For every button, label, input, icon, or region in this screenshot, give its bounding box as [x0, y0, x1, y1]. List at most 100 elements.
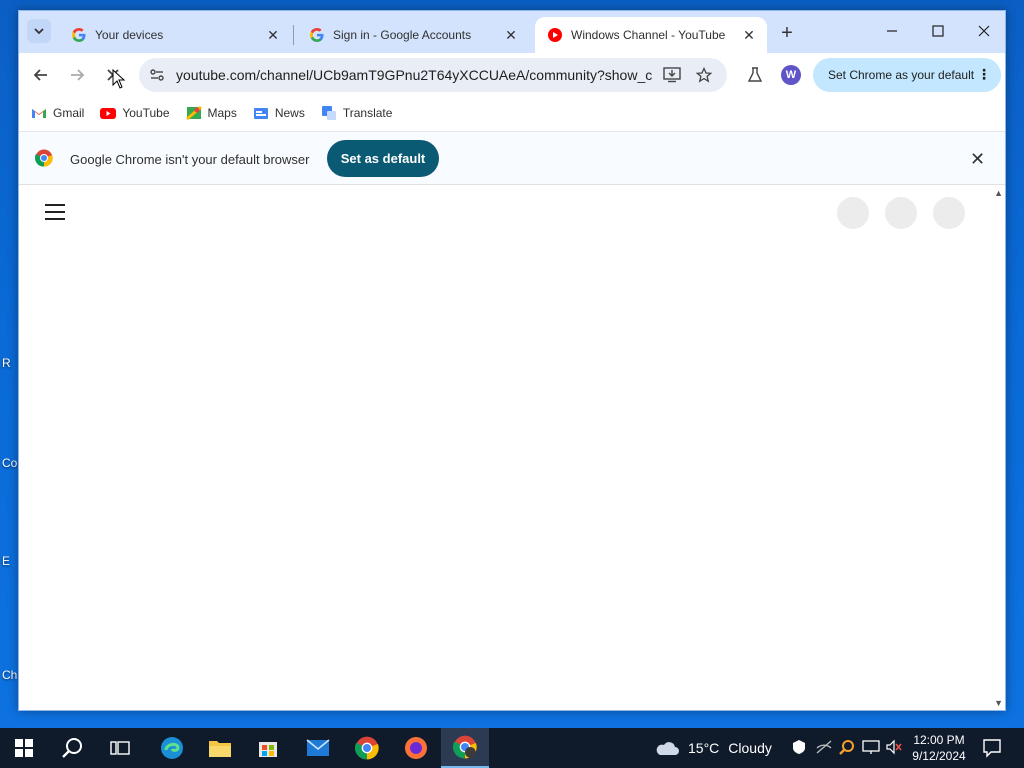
- minimize-icon: [887, 30, 897, 32]
- close-infobar-icon[interactable]: ✕: [970, 149, 985, 170]
- translate-icon: [321, 106, 336, 120]
- arrow-right-icon: [71, 69, 85, 81]
- tab-title: Your devices: [95, 28, 164, 42]
- firefox-taskbar-button[interactable]: [392, 728, 440, 768]
- tab-youtube-active[interactable]: Windows Channel - YouTube ✕: [535, 17, 767, 53]
- bookmarks-bar: Gmail YouTube Maps News Translate: [19, 95, 1005, 131]
- tab-search-button[interactable]: [27, 19, 51, 43]
- set-chrome-default-chip[interactable]: Set Chrome as your default ⋮: [813, 58, 1001, 92]
- mail-icon: [306, 739, 330, 756]
- notifications-icon[interactable]: [982, 738, 1002, 758]
- desktop-icon-label[interactable]: E: [2, 554, 10, 568]
- clock-time: 12:00 PM: [913, 733, 965, 747]
- install-app-icon[interactable]: [663, 67, 681, 83]
- gmail-icon: [32, 109, 46, 118]
- weather-condition: Cloudy: [728, 740, 772, 756]
- tab-title: Sign in - Google Accounts: [333, 28, 472, 42]
- news-icon: [253, 108, 268, 119]
- clock[interactable]: 12:00 PM 9/12/2024: [906, 732, 972, 764]
- more-menu-icon[interactable]: ⋮: [977, 66, 991, 82]
- close-tab-icon[interactable]: ✕: [503, 27, 519, 43]
- desktop-icon-label[interactable]: R: [2, 356, 11, 370]
- google-g-icon: [310, 28, 324, 42]
- cloud-icon: [656, 742, 679, 755]
- monitor-icon[interactable]: [862, 739, 880, 755]
- set-default-chip-label: Set Chrome as your default: [828, 68, 975, 82]
- tab-separator: [293, 25, 294, 45]
- forward-button[interactable]: [63, 61, 91, 89]
- bookmark-news[interactable]: News: [253, 105, 305, 121]
- maximize-button[interactable]: [915, 17, 961, 45]
- chrome-icon: [355, 736, 379, 760]
- back-button[interactable]: [27, 61, 55, 89]
- bookmark-label: News: [274, 106, 305, 120]
- windows-logo-icon: [15, 739, 33, 757]
- bookmark-label: Translate: [342, 106, 393, 120]
- search-button[interactable]: [48, 728, 96, 768]
- bookmark-translate[interactable]: Translate: [321, 105, 393, 121]
- chrome-logo-icon: [35, 149, 53, 167]
- edge-icon: [161, 737, 183, 759]
- bookmark-gmail[interactable]: Gmail: [31, 105, 84, 121]
- mail-button[interactable]: [294, 728, 342, 768]
- menu-icon[interactable]: [45, 204, 65, 225]
- tab-strip: Your devices ✕ Sign in - Google Accounts…: [19, 11, 1005, 53]
- close-tab-icon[interactable]: ✕: [265, 27, 281, 43]
- close-icon: [978, 25, 990, 37]
- default-browser-infobar: Google Chrome isn't your default browser…: [19, 131, 1005, 185]
- maximize-icon: [932, 25, 944, 37]
- bookmark-star-icon[interactable]: [696, 67, 712, 83]
- page-content: ▲ ▼: [19, 186, 1005, 710]
- minimize-button[interactable]: [869, 17, 915, 45]
- url-text[interactable]: youtube.com/channel/UCb9amT9GPnu2T64yXCC…: [176, 67, 652, 83]
- placeholder-avatar: [885, 197, 917, 229]
- chevron-down-icon: [34, 28, 44, 35]
- folder-icon: [209, 741, 231, 757]
- close-tab-icon[interactable]: ✕: [741, 27, 757, 43]
- placeholder-avatar: [933, 197, 965, 229]
- mouse-cursor-icon: [112, 69, 126, 89]
- google-g-icon: [72, 28, 86, 42]
- scroll-up-arrow[interactable]: ▲: [994, 188, 1003, 198]
- maps-icon: [185, 105, 202, 121]
- store-button[interactable]: [244, 728, 292, 768]
- tab-your-devices[interactable]: Your devices ✕: [59, 17, 291, 53]
- chrome-labs-button[interactable]: [741, 61, 769, 89]
- volume-muted-icon[interactable]: [885, 739, 903, 755]
- set-as-default-button[interactable]: Set as default: [327, 140, 439, 177]
- tab-title: Windows Channel - YouTube: [571, 28, 726, 42]
- task-view-icon: [110, 741, 130, 755]
- flask-icon: [747, 67, 763, 82]
- infobar-message: Google Chrome isn't your default browser: [70, 152, 310, 167]
- search-icon: [62, 738, 82, 758]
- tab-sign-in[interactable]: Sign in - Google Accounts ✕: [297, 17, 529, 53]
- network-off-icon[interactable]: [815, 739, 833, 755]
- store-icon: [259, 742, 277, 757]
- close-window-button[interactable]: [961, 17, 1007, 45]
- bookmark-maps[interactable]: Maps: [185, 105, 237, 121]
- desktop-icon-label[interactable]: Ch: [2, 668, 17, 682]
- bookmark-label: Maps: [207, 106, 237, 120]
- chrome-profile-icon: [453, 735, 477, 759]
- task-view-button[interactable]: [96, 728, 144, 768]
- security-icon[interactable]: [791, 739, 807, 755]
- file-explorer-button[interactable]: [196, 728, 244, 768]
- clock-date: 9/12/2024: [912, 749, 966, 763]
- profile-avatar[interactable]: W: [781, 65, 801, 85]
- start-button[interactable]: [0, 728, 48, 768]
- desktop-icon-label[interactable]: Co: [2, 456, 17, 470]
- address-bar[interactable]: youtube.com/channel/UCb9amT9GPnu2T64yXCC…: [139, 58, 727, 92]
- scroll-down-arrow[interactable]: ▼: [994, 698, 1003, 708]
- chrome-taskbar-button[interactable]: [343, 728, 391, 768]
- bookmark-youtube[interactable]: YouTube: [100, 105, 170, 121]
- new-tab-button[interactable]: +: [775, 21, 799, 45]
- weather-widget[interactable]: 15°C Cloudy: [654, 739, 772, 757]
- weather-temp: 15°C: [688, 740, 720, 756]
- edge-taskbar-button[interactable]: [148, 728, 196, 768]
- site-info-icon[interactable]: [149, 67, 165, 83]
- chrome-dev-taskbar-button[interactable]: [441, 728, 489, 768]
- arrow-left-icon: [33, 69, 47, 81]
- youtube-icon: [548, 28, 562, 42]
- search-tray-icon[interactable]: [839, 739, 855, 755]
- navigation-toolbar: youtube.com/channel/UCb9amT9GPnu2T64yXCC…: [19, 53, 1005, 95]
